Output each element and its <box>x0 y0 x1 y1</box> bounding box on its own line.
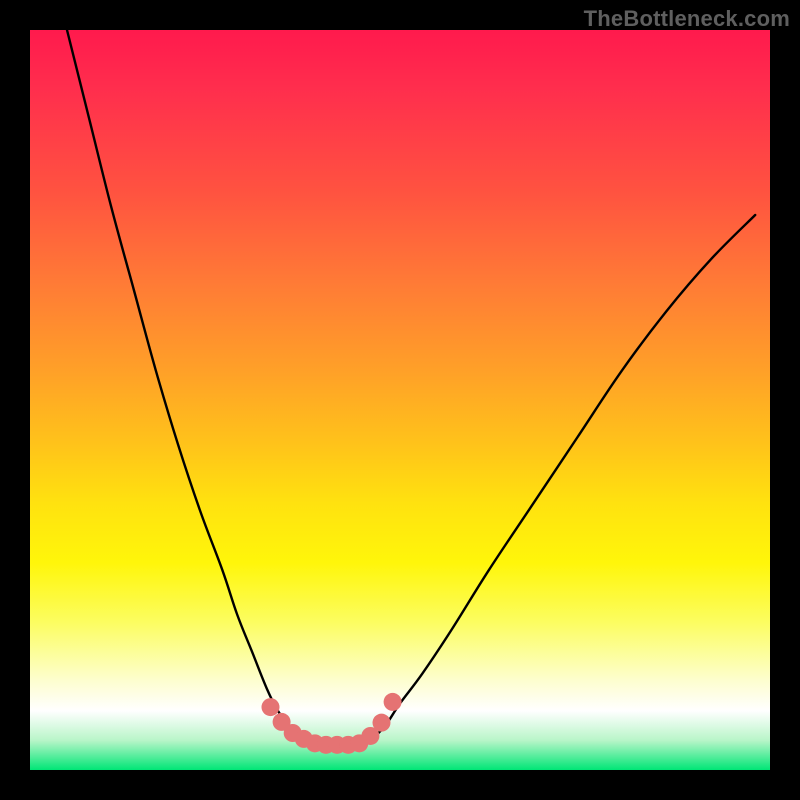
bottleneck-curve <box>67 30 755 744</box>
data-marker <box>384 693 402 711</box>
chart-frame: TheBottleneck.com <box>0 0 800 800</box>
watermark-text: TheBottleneck.com <box>584 6 790 32</box>
marker-group <box>262 693 402 754</box>
data-marker <box>373 714 391 732</box>
data-marker <box>262 698 280 716</box>
chart-svg <box>30 30 770 770</box>
plot-area <box>30 30 770 770</box>
curve-group <box>67 30 755 744</box>
